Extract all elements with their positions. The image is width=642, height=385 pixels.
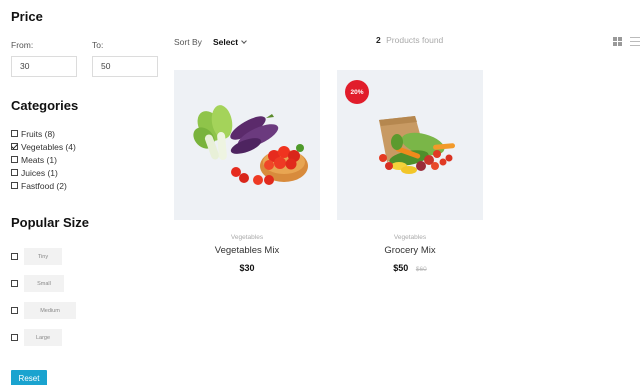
price-from-label: From: (11, 40, 34, 50)
reset-button[interactable]: Reset (11, 370, 47, 385)
sort-select[interactable]: Select (213, 37, 247, 47)
checkbox[interactable] (11, 280, 18, 287)
checkbox-checked[interactable] (11, 143, 18, 150)
sort-by-label: Sort By (174, 37, 202, 47)
product-card[interactable]: Vegetables Vegetables Mix $30 (174, 70, 320, 273)
categories-list: Fruits (8) Vegetables (4) Meats (1) Juic… (11, 127, 76, 192)
category-juices[interactable]: Juices (1) (11, 166, 76, 179)
product-name[interactable]: Grocery Mix (337, 245, 483, 256)
category-label: Fastfood (2) (21, 180, 67, 191)
size-pill-large[interactable]: Large (24, 329, 62, 346)
popular-size-heading: Popular Size (11, 215, 90, 230)
category-label: Juices (1) (21, 167, 58, 178)
size-pill-tiny[interactable]: Tiny (24, 248, 62, 265)
category-meats[interactable]: Meats (1) (11, 153, 76, 166)
product-card[interactable]: 20% Vegetables Grocery Mix $50 $60 (337, 70, 483, 273)
current-price: $30 (239, 263, 255, 273)
price-heading: Price (11, 9, 43, 24)
product-name[interactable]: Vegetables Mix (174, 245, 320, 256)
category-vegetables[interactable]: Vegetables (4) (11, 140, 76, 153)
discount-badge: 20% (345, 80, 369, 104)
old-price: $60 (415, 266, 427, 273)
price-to-label: To: (92, 40, 104, 50)
products-found: 2 Products found (376, 35, 443, 45)
price-from-input[interactable]: 30 (11, 56, 77, 77)
products-found-text: Products found (386, 35, 444, 45)
sort-select-value: Select (213, 37, 239, 47)
product-image[interactable]: 20% (337, 70, 483, 220)
category-label: Fruits (8) (21, 128, 55, 139)
list-view-icon[interactable] (630, 37, 640, 46)
chevron-down-icon (241, 38, 247, 44)
product-category: Vegetables (393, 234, 427, 241)
size-option-large[interactable]: Large (11, 329, 62, 346)
categories-heading: Categories (11, 98, 79, 113)
vegetables-mix-image (193, 105, 308, 185)
size-option-medium[interactable]: Medium (11, 302, 76, 319)
product-image[interactable] (174, 70, 320, 220)
checkbox[interactable] (11, 253, 18, 260)
checkbox[interactable] (11, 130, 18, 137)
product-price: $30 (174, 263, 320, 273)
checkbox[interactable] (11, 307, 18, 314)
category-fruits[interactable]: Fruits (8) (11, 127, 76, 140)
current-price: $50 (393, 263, 409, 273)
category-label: Meats (1) (21, 154, 57, 165)
price-to-input[interactable]: 50 (92, 56, 158, 77)
size-option-tiny[interactable]: Tiny (11, 248, 62, 265)
products-found-count: 2 (376, 35, 381, 45)
size-option-small[interactable]: Small (11, 275, 64, 292)
checkbox[interactable] (11, 334, 18, 341)
checkbox[interactable] (11, 156, 18, 163)
product-price: $50 $60 (337, 263, 483, 273)
size-pill-small[interactable]: Small (24, 275, 64, 292)
checkbox[interactable] (11, 169, 18, 176)
size-pill-medium[interactable]: Medium (24, 302, 76, 319)
product-category: Vegetables (230, 234, 264, 241)
grid-view-icon[interactable] (613, 37, 622, 46)
checkbox[interactable] (11, 182, 18, 189)
category-fastfood[interactable]: Fastfood (2) (11, 179, 76, 192)
category-label: Vegetables (4) (21, 141, 76, 152)
